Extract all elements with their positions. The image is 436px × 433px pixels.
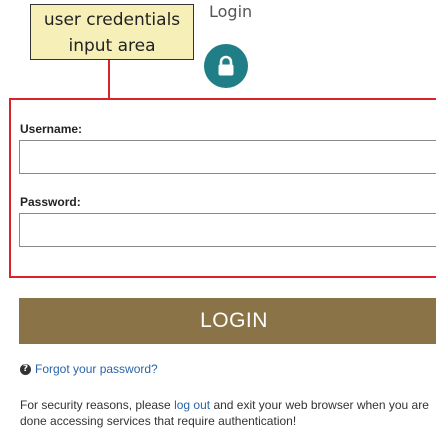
forgot-password-label: Forgot your password? [35,362,158,376]
page-title: Login [209,2,253,21]
callout-line-2: input area [68,36,156,56]
username-input[interactable] [19,140,436,174]
callout-connector [108,60,110,98]
lock-icon [204,44,248,88]
forgot-password-link[interactable]: ? Forgot your password? [20,362,158,376]
logout-link[interactable]: log out [174,398,210,412]
annotation-callout: user credentials input area [30,4,194,60]
password-label: Password: [20,195,81,209]
username-label: Username: [20,122,83,136]
password-input[interactable] [19,213,436,247]
security-notice: For security reasons, please log out and… [20,397,430,429]
help-circle-icon: ? [20,363,31,375]
callout-line-1: user credentials [43,10,181,30]
security-text-before: For security reasons, please [20,398,175,412]
login-button[interactable]: LOGIN [19,298,436,344]
